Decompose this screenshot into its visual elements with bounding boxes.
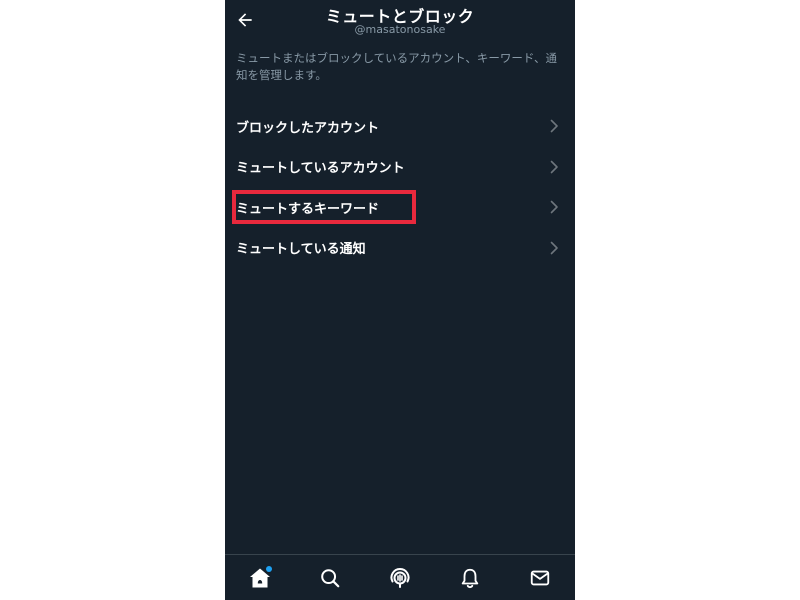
nav-notifications[interactable] [450, 558, 490, 598]
menu-item-label: ミュートしている通知 [236, 242, 366, 258]
menu-item-label: ブロックしたアカウント [236, 120, 380, 136]
chevron-right-icon [550, 119, 558, 133]
menu-item-muted-accounts[interactable]: ミュートしているアカウント [225, 147, 575, 188]
menu-item-muted-keywords[interactable]: ミュートするキーワード [225, 187, 575, 228]
menu-item-blocked-accounts[interactable]: ブロックしたアカウント [225, 106, 575, 147]
search-icon [321, 568, 340, 587]
menu-item-label: ミュートしているアカウント [236, 161, 405, 177]
header: ミュートとブロック @masatonosake [225, 0, 575, 44]
spaces-icon [390, 567, 410, 588]
description-text: ミュートまたはブロックしているアカウント、キーワード、通知を管理します。 [236, 51, 557, 82]
settings-menu: ブロックしたアカウント ミュートしているアカウント ミュートするキーワード ミュ… [225, 106, 575, 268]
page-subtitle: @masatonosake [354, 23, 446, 36]
nav-home[interactable] [240, 558, 280, 598]
bottom-nav [225, 554, 575, 600]
nav-search[interactable] [310, 558, 350, 598]
menu-item-label: ミュートするキーワード [236, 201, 380, 217]
nav-messages[interactable] [520, 558, 560, 598]
bell-icon [461, 568, 479, 588]
chevron-right-icon [550, 200, 558, 214]
notification-dot [266, 565, 272, 572]
chevron-right-icon [550, 241, 558, 255]
phone-screen: ミュートとブロック @masatonosake ミュートまたはブロックしているア… [225, 0, 575, 600]
mail-icon [530, 570, 550, 585]
nav-spaces[interactable] [380, 558, 420, 598]
chevron-right-icon [550, 160, 558, 174]
menu-item-muted-notifications[interactable]: ミュートしている通知 [225, 228, 575, 269]
